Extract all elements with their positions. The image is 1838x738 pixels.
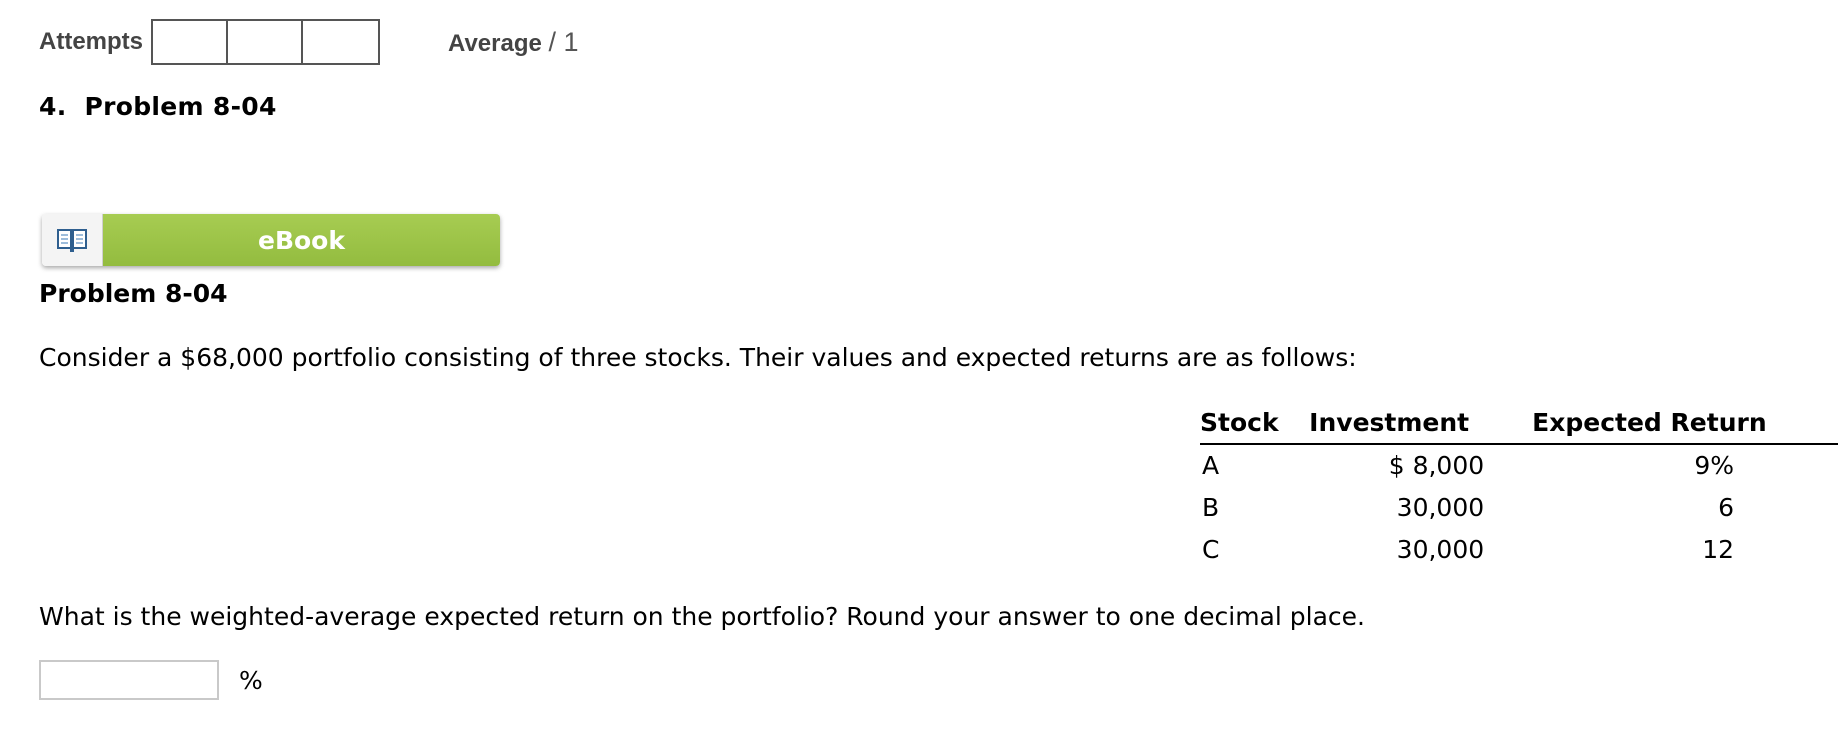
cell-stock: C (1202, 535, 1220, 564)
answer-input[interactable] (39, 660, 219, 700)
percent-unit: % (239, 665, 263, 695)
header-stock: Stock (1200, 404, 1310, 445)
table-row: B 30,000 6 (1200, 487, 1838, 529)
stock-table: Stock Investment Expected Return A $ 8,0… (1200, 404, 1838, 571)
cell-investment: $ 8,000 (1388, 451, 1485, 480)
cell-investment: 30,000 (1396, 535, 1485, 564)
table-row: C 30,000 12 (1200, 529, 1838, 571)
cell-expected-return: 6 (1718, 493, 1734, 522)
answer-row: % (39, 660, 263, 700)
attempts-row: Attempts Average / 1 (39, 18, 579, 66)
cell-expected-return: 9% (1694, 451, 1734, 480)
attempts-label: Attempts (39, 28, 144, 55)
attempt-box (303, 21, 378, 63)
question-text: What is the weighted-average expected re… (39, 602, 1365, 631)
ebook-button[interactable]: eBook (42, 214, 500, 266)
header-expected-return: Expected Return (1532, 404, 1838, 445)
problem-title: Problem 8-04 (39, 279, 228, 308)
cell-expected-return: 12 (1702, 535, 1734, 564)
attempt-box (228, 21, 304, 63)
header-investment: Investment (1309, 404, 1533, 445)
open-book-icon (42, 214, 103, 266)
average-score: Average / 1 (448, 27, 579, 58)
average-label: Average (448, 29, 542, 57)
average-total: / 1 (548, 26, 579, 57)
table-header-row: Stock Investment Expected Return (1200, 404, 1838, 445)
cell-stock: B (1202, 493, 1220, 522)
attempt-boxes (151, 19, 381, 65)
ebook-label: eBook (103, 214, 500, 266)
problem-number-heading: 4. Problem 8-04 (39, 92, 277, 121)
attempt-box (153, 21, 229, 63)
cell-stock: A (1202, 451, 1220, 480)
table-row: A $ 8,000 9% (1200, 444, 1838, 487)
cell-investment: 30,000 (1396, 493, 1485, 522)
problem-description: Consider a $68,000 portfolio consisting … (39, 343, 1357, 372)
